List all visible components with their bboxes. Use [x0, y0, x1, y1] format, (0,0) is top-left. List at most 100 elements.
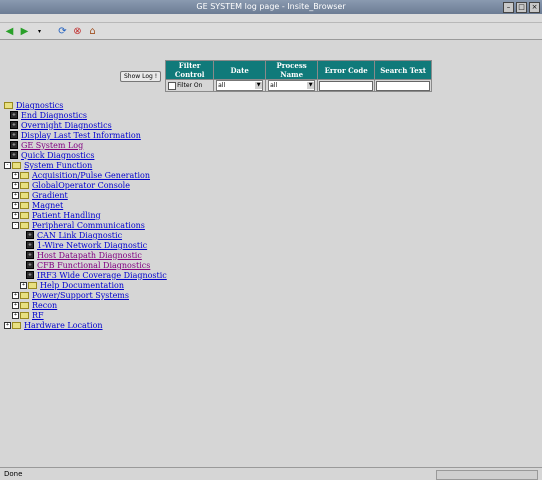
- expand-icon[interactable]: +: [12, 181, 19, 189]
- tree-label[interactable]: Diagnostics: [16, 101, 63, 110]
- expand-icon[interactable]: +: [12, 291, 19, 299]
- log-control-table: Show Log ! Filter Control Date Process N…: [118, 60, 433, 92]
- tree-label[interactable]: Hardware Location: [24, 321, 103, 330]
- tree-item-ge-system-log[interactable]: + GE System Log: [10, 140, 83, 150]
- tree-item-diagnostics[interactable]: Diagnostics: [4, 100, 63, 110]
- status-bar: Done: [0, 467, 542, 480]
- window-title: GE SYSTEM log page - Insite_Browser: [196, 2, 346, 11]
- tree-item-end-diagnostics[interactable]: + End Diagnostics: [10, 110, 87, 120]
- tree-item-help-docs[interactable]: + Help Documentation: [20, 280, 124, 290]
- document-icon: +: [26, 231, 34, 239]
- tree-label[interactable]: End Diagnostics: [21, 111, 87, 120]
- expand-icon[interactable]: +: [4, 321, 11, 329]
- process-select-value: all: [270, 82, 278, 89]
- filter-control-header: Filter Control: [165, 60, 215, 80]
- tree-item-system-function[interactable]: - System Function: [4, 160, 92, 170]
- expand-icon[interactable]: +: [12, 191, 19, 199]
- tree-label[interactable]: RF: [32, 311, 44, 320]
- folder-icon: [4, 101, 13, 109]
- reload-icon[interactable]: ⟳: [57, 26, 68, 37]
- expand-icon[interactable]: +: [12, 301, 19, 309]
- tree-label[interactable]: System Function: [24, 161, 92, 170]
- dropdown-arrow-icon: ▼: [255, 82, 263, 89]
- tree-item-quick-diagnostics[interactable]: + Quick Diagnostics: [10, 150, 94, 160]
- folder-icon: [28, 281, 37, 289]
- folder-icon: [20, 191, 29, 199]
- folder-icon: [20, 181, 29, 189]
- tree-label[interactable]: Help Documentation: [40, 281, 124, 290]
- tree-item-magnet[interactable]: + Magnet: [12, 200, 63, 210]
- tree-item-recon[interactable]: + Recon: [12, 300, 57, 310]
- error-code-input[interactable]: [319, 80, 374, 91]
- tree-label[interactable]: Peripheral Communications: [32, 221, 145, 230]
- expand-icon[interactable]: +: [12, 311, 19, 319]
- search-text-input[interactable]: [376, 80, 431, 91]
- tree-item-rf[interactable]: + RF: [12, 310, 44, 320]
- tree-item-patient-handling[interactable]: + Patient Handling: [12, 210, 101, 220]
- browser-toolbar: ◀ ▶ ▾ ⟳ ⊗ ⌂: [0, 23, 542, 40]
- filter-toggle[interactable]: Filter On: [166, 81, 213, 90]
- tree-item-irf3[interactable]: + IRF3 Wide Coverage Diagnostic: [26, 270, 167, 280]
- date-select[interactable]: all ▼: [216, 80, 264, 91]
- expand-icon[interactable]: +: [12, 211, 19, 219]
- tree-label[interactable]: 1-Wire Network Diagnostic: [37, 241, 147, 250]
- expand-icon[interactable]: +: [20, 281, 27, 289]
- collapse-icon[interactable]: -: [4, 161, 11, 169]
- tree-item-acquisition[interactable]: + Acquisition/Pulse Generation: [12, 170, 150, 180]
- tree-item-gradient[interactable]: + Gradient: [12, 190, 68, 200]
- tree-label[interactable]: Overnight Diagnostics: [21, 121, 112, 130]
- tree-label[interactable]: Quick Diagnostics: [21, 151, 94, 160]
- back-arrow-icon[interactable]: ◀: [4, 26, 15, 37]
- document-icon: +: [10, 141, 18, 149]
- status-progress-panel: [436, 470, 538, 480]
- tree-item-can-link[interactable]: + CAN Link Diagnostic: [26, 230, 122, 240]
- tree-item-peripheral[interactable]: - Peripheral Communications: [12, 220, 145, 230]
- collapse-icon[interactable]: -: [12, 221, 19, 229]
- process-name-header: Process Name: [265, 60, 319, 80]
- tree-label[interactable]: Display Last Test Information: [21, 131, 141, 140]
- forward-arrow-icon[interactable]: ▶: [19, 26, 30, 37]
- minimize-icon[interactable]: –: [503, 2, 514, 13]
- window-controls: – □ ×: [503, 2, 540, 13]
- expand-icon[interactable]: +: [12, 201, 19, 209]
- stop-icon[interactable]: ⊗: [72, 26, 83, 37]
- close-icon[interactable]: ×: [529, 2, 540, 13]
- tree-item-last-test[interactable]: + Display Last Test Information: [10, 130, 141, 140]
- tree-label[interactable]: Host Datapath Diagnostic: [37, 251, 142, 260]
- show-log-button[interactable]: Show Log !: [120, 70, 162, 82]
- tree-item-overnight-diagnostics[interactable]: + Overnight Diagnostics: [10, 120, 112, 130]
- page-content: Show Log ! Filter Control Date Process N…: [0, 40, 542, 467]
- home-icon[interactable]: ⌂: [87, 26, 98, 37]
- tree-item-host-datapath[interactable]: + Host Datapath Diagnostic: [26, 250, 142, 260]
- tree-label[interactable]: Gradient: [32, 191, 68, 200]
- folder-icon: [20, 171, 29, 179]
- tree-item-1wire[interactable]: + 1-Wire Network Diagnostic: [26, 240, 147, 250]
- folder-icon: [20, 311, 29, 319]
- tree-label[interactable]: CAN Link Diagnostic: [37, 231, 122, 240]
- tree-label[interactable]: Recon: [32, 301, 57, 310]
- tree-item-cfb[interactable]: + CFB Functional Diagnostics: [26, 260, 150, 270]
- dropdown-arrow-icon: ▼: [307, 82, 315, 89]
- document-icon: +: [26, 251, 34, 259]
- tree-label[interactable]: GE System Log: [21, 141, 83, 150]
- tree-item-power[interactable]: + Power/Support Systems: [12, 290, 129, 300]
- tree-item-hardware-location[interactable]: + Hardware Location: [4, 320, 103, 330]
- tree-label[interactable]: Patient Handling: [32, 211, 101, 220]
- tree-label[interactable]: CFB Functional Diagnostics: [37, 261, 150, 270]
- document-icon: +: [10, 121, 18, 129]
- tree-label[interactable]: Acquisition/Pulse Generation: [32, 171, 150, 180]
- error-code-header: Error Code: [317, 60, 376, 80]
- tree-label[interactable]: Magnet: [32, 201, 63, 210]
- tree-label[interactable]: GlobalOperator Console: [32, 181, 130, 190]
- expand-icon[interactable]: +: [12, 171, 19, 179]
- process-select[interactable]: all ▼: [268, 80, 316, 91]
- maximize-icon[interactable]: □: [516, 2, 527, 13]
- folder-icon: [20, 291, 29, 299]
- filter-checkbox[interactable]: [168, 81, 177, 90]
- tree-label[interactable]: IRF3 Wide Coverage Diagnostic: [37, 271, 167, 280]
- history-dropdown-icon[interactable]: ▾: [34, 26, 45, 37]
- folder-icon: [12, 321, 21, 329]
- document-icon: +: [26, 261, 34, 269]
- tree-item-global-console[interactable]: + GlobalOperator Console: [12, 180, 130, 190]
- tree-label[interactable]: Power/Support Systems: [32, 291, 129, 300]
